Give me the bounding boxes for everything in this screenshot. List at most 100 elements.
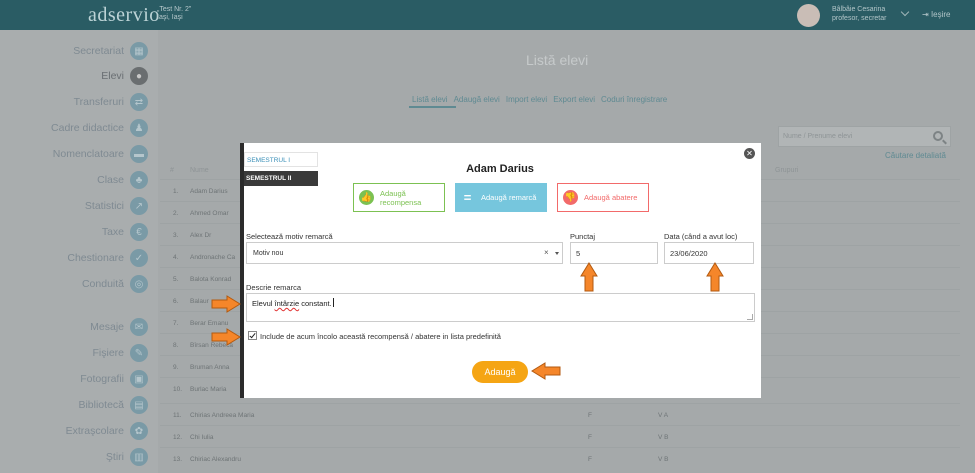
row-sex: F [588, 412, 592, 419]
teacher-icon: ♟ [130, 119, 148, 137]
tab-semestrul-1[interactable]: SEMESTRUL I [244, 152, 318, 167]
row-name[interactable]: Bruman Anna [190, 364, 229, 371]
thumbs-up-icon: 👍 [359, 190, 374, 205]
add-remark-modal: SEMESTRUL I SEMESTRUL II ✕ Adam Darius 👍… [240, 143, 761, 398]
punctaj-label: Punctaj [570, 232, 596, 241]
table-row[interactable]: 13. Chiriac Alexandru F V B [160, 447, 960, 469]
row-sex: F [588, 434, 592, 441]
chevron-down-icon[interactable] [900, 7, 910, 17]
tab-lista-elevi[interactable]: Listă elevi [412, 95, 448, 104]
news-icon: ▥ [130, 448, 148, 466]
sidebar-item-conduita[interactable]: Conduită ◎ [82, 273, 148, 295]
sidebar-item-secretariat[interactable]: Secretariat ▦ [73, 40, 148, 62]
add-reward-button[interactable]: 👍 Adaugă recompensa [353, 183, 445, 212]
tab-import-elevi[interactable]: Import elevi [506, 95, 547, 104]
annotation-arrow-up-icon [706, 262, 724, 292]
sidebar-item-cadre-didactice[interactable]: Cadre didactice ♟ [51, 117, 148, 139]
tab-coduri-inregistrare[interactable]: Coduri înregistrare [601, 95, 667, 104]
sidebar-item-mesaje[interactable]: Mesaje ✉ [90, 316, 148, 338]
top-bar: adservio „Test Nr. 2” Iaşi, Iaşi Bâlbâie… [0, 0, 975, 30]
search-icon[interactable] [933, 131, 943, 141]
sidebar-item-taxe[interactable]: Taxe € [102, 221, 148, 243]
description-textarea[interactable]: Elevul întârzie constant. [246, 293, 755, 322]
sidebar-item-label: Ştiri [105, 451, 124, 463]
search-input[interactable]: Nume / Prenume elevi [778, 126, 951, 147]
column-header-groups[interactable]: Grupuri [775, 167, 798, 174]
column-header-name[interactable]: Nume [190, 167, 209, 174]
tab-adauga-elevi[interactable]: Adaugă elevi [454, 95, 500, 104]
row-number: 10. [173, 386, 183, 393]
sidebar-item-extrascolare[interactable]: Extraşcolare ✿ [66, 420, 148, 442]
sidebar-item-stiri[interactable]: Ştiri ▥ [106, 446, 148, 468]
row-name[interactable]: Berar Emanu [190, 320, 228, 327]
include-predefined-checkbox[interactable] [248, 331, 257, 340]
row-class: V A [658, 412, 669, 419]
photo-icon: ▣ [130, 370, 148, 388]
add-deviation-button[interactable]: 👎 Adaugă abatere [557, 183, 649, 212]
tab-export-elevi[interactable]: Export elevi [553, 95, 595, 104]
resize-handle[interactable] [747, 314, 753, 320]
checkmark-icon [249, 331, 256, 339]
sidebar-item-label: Elevi [101, 70, 124, 82]
advanced-search-link[interactable]: Căutare detaliată [885, 151, 946, 160]
include-predefined-label[interactable]: Include de acum încolo această recompens… [260, 332, 501, 341]
sidebar-item-label: Cadre didactice [51, 122, 124, 134]
dropdown-arrow-icon[interactable] [555, 252, 559, 255]
row-name[interactable]: Alex Dr [190, 232, 211, 239]
sidebar-item-label: Transferuri [73, 96, 124, 108]
file-icon: ✎ [130, 344, 148, 362]
row-name[interactable]: Adam Darius [190, 188, 228, 195]
row-name[interactable]: Chi Iulia [190, 434, 213, 441]
row-name[interactable]: Burlac Maria [190, 386, 226, 393]
row-number: 12. [173, 434, 183, 441]
sidebar-item-nomenclatoare[interactable]: Nomenclatoare ▬ [53, 143, 148, 165]
punctaj-input[interactable]: 5 [570, 242, 658, 264]
date-input[interactable]: 23/06/2020 [664, 242, 754, 264]
sidebar-item-statistici[interactable]: Statistici ↗ [85, 195, 148, 217]
row-name[interactable]: Andronache Ca [190, 254, 235, 261]
row-name[interactable]: Chiriac Alexandru [190, 456, 241, 463]
sidebar-item-chestionare[interactable]: Chestionare ✓ [67, 247, 148, 269]
add-remark-button[interactable]: = Adaugă remarcă [455, 183, 547, 212]
row-number: 9. [173, 364, 179, 371]
row-number: 11. [173, 412, 182, 419]
sidebar-item-clase[interactable]: Clase ♣ [97, 169, 148, 191]
motiv-select[interactable]: Motiv nou [246, 242, 563, 264]
description-word-misspelled: întârzie [274, 299, 300, 308]
school-name-line2: Iaşi, Iaşi [157, 14, 183, 21]
add-reward-label: Adaugă recompensa [380, 188, 422, 207]
sidebar-item-label: Mesaje [90, 321, 124, 333]
row-sex: F [588, 456, 592, 463]
sidebar-item-fotografii[interactable]: Fotografii ▣ [80, 368, 148, 390]
building-icon: ▦ [130, 42, 148, 60]
row-name[interactable]: Balaur [190, 298, 209, 305]
tab-semestrul-2[interactable]: SEMESTRUL II [244, 171, 318, 186]
avatar[interactable] [797, 4, 820, 27]
row-name[interactable]: Ahmed Omar [190, 210, 229, 217]
user-info[interactable]: Bâlbâie Cesarina profesor, secretar [832, 5, 886, 23]
logout-button[interactable]: ⇥ Ieşire [922, 10, 951, 19]
close-icon[interactable]: ✕ [744, 148, 755, 159]
user-role: profesor, secretar [832, 15, 887, 22]
sidebar-item-fisiere[interactable]: Fişiere ✎ [92, 342, 148, 364]
add-button[interactable]: Adaugă [472, 361, 528, 383]
table-row[interactable]: 12. Chi Iulia F V B [160, 425, 960, 447]
questionnaire-icon: ✓ [130, 249, 148, 267]
page-tabs: Listă elevi Adaugă elevi Import elevi Ex… [412, 95, 667, 104]
sidebar-item-biblioteca[interactable]: Bibliotecă ▤ [78, 394, 148, 416]
row-name[interactable]: Chirias Andreea Maria [190, 412, 254, 419]
sidebar-item-label: Secretariat [73, 45, 124, 57]
school-name: „Test Nr. 2” Iaşi, Iaşi [157, 6, 191, 22]
row-name[interactable]: Balota Konrad [190, 276, 231, 283]
logout-label: Ieşire [930, 10, 951, 19]
sidebar-item-elevi[interactable]: Elevi ● [101, 65, 148, 87]
sidebar-item-transferuri[interactable]: Transferuri ⇄ [74, 91, 148, 113]
row-number: 6. [173, 298, 179, 305]
message-icon: ✉ [130, 318, 148, 336]
sidebar-item-label: Statistici [84, 200, 124, 212]
page-title: Listă elevi [526, 52, 589, 68]
clear-selection-icon[interactable]: × [544, 248, 549, 257]
app-logo[interactable]: adservio [88, 4, 160, 27]
table-row[interactable]: 11. Chirias Andreea Maria F V A [160, 403, 960, 425]
row-number: 8. [173, 342, 179, 349]
